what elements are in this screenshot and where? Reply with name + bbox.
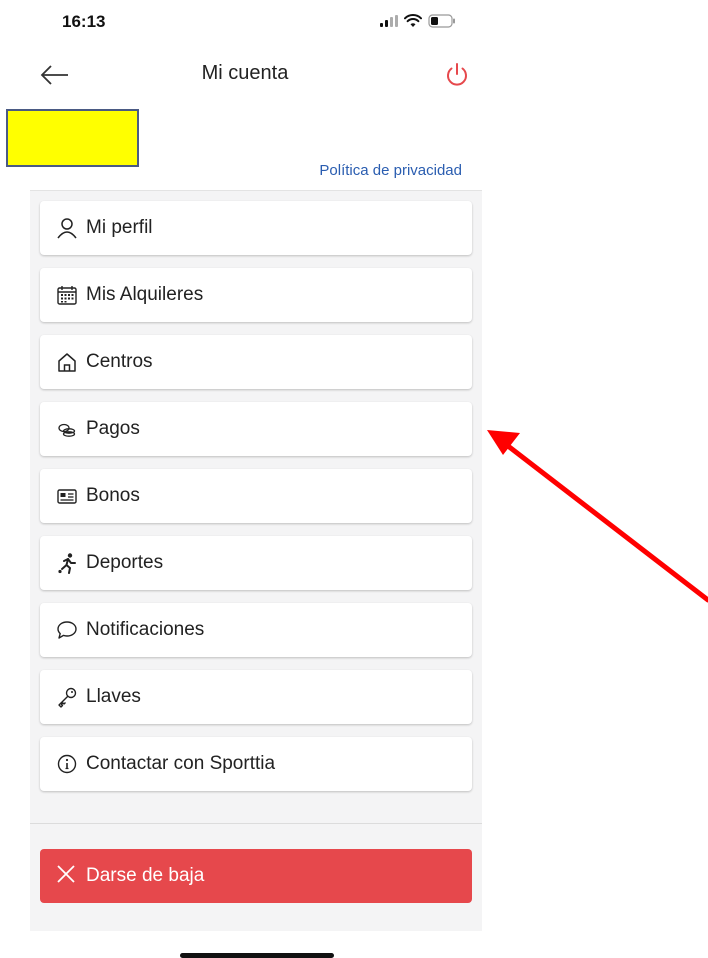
annotation-arrow: [487, 430, 708, 603]
